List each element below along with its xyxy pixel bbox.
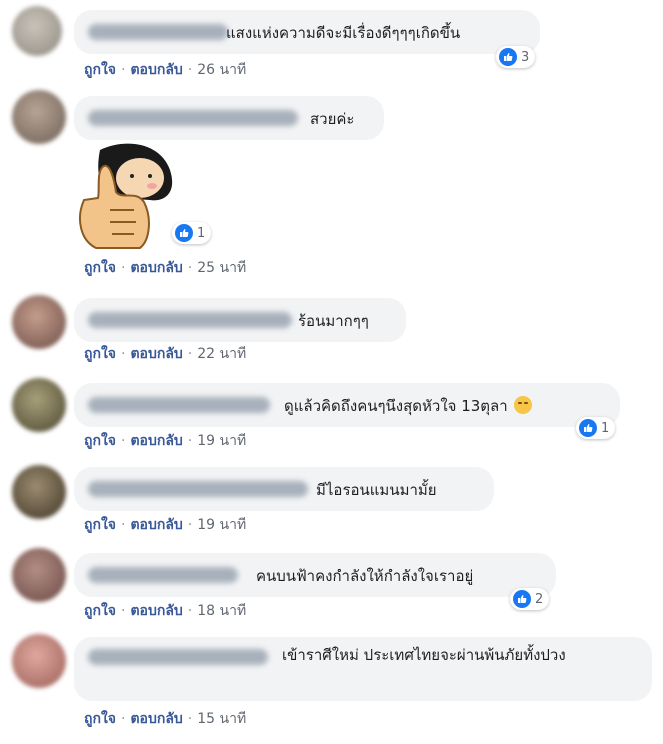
reaction-number: 1: [197, 225, 206, 241]
thumbs-up-girl-sticker: [79, 143, 173, 249]
separator: ·: [187, 62, 193, 78]
like-link[interactable]: ถูกใจ: [84, 603, 116, 619]
comment-meta: ถูกใจ · ตอบกลับ · 15 นาที: [84, 708, 246, 730]
comment-meta: ถูกใจ · ตอบกลับ · 25 นาที: [84, 257, 246, 279]
sad-face-emoji: [513, 396, 532, 414]
comment-meta: ถูกใจ · ตอบกลับ · 19 นาที: [84, 514, 246, 536]
comment-meta: ถูกใจ · ตอบกลับ · 18 นาที: [84, 600, 246, 622]
avatar[interactable]: [12, 295, 66, 349]
avatar[interactable]: [12, 465, 66, 519]
like-icon: [499, 48, 517, 66]
comment-text: ดูแล้วคิดถึงคนๆนึงสุดหัวใจ 13ตุลา: [284, 394, 532, 418]
comment-text: ร้อนมากๆๆ: [298, 312, 369, 330]
reaction-count[interactable]: 2: [510, 588, 550, 610]
separator: ·: [121, 603, 126, 619]
commenter-name-blurred[interactable]: [88, 397, 270, 413]
reaction-count[interactable]: 3: [496, 46, 536, 68]
reaction-number: 2: [535, 591, 544, 607]
comment-text: มีไอรอนแมนมามั้ย: [316, 481, 437, 499]
comment-bubble: แสงแห่งความดีจะมีเรื่องดีๆๆๆเกิดขึ้น: [74, 10, 540, 54]
like-link[interactable]: ถูกใจ: [84, 711, 116, 727]
separator: ·: [121, 433, 126, 449]
comment-meta: ถูกใจ · ตอบกลับ · 26 นาที: [84, 59, 246, 81]
reaction-count[interactable]: 1: [576, 417, 616, 439]
reply-link[interactable]: ตอบกลับ: [130, 603, 182, 619]
reply-link[interactable]: ตอบกลับ: [130, 711, 182, 727]
like-link[interactable]: ถูกใจ: [84, 433, 116, 449]
separator: ·: [121, 711, 126, 727]
reply-link[interactable]: ตอบกลับ: [130, 62, 182, 78]
reply-link[interactable]: ตอบกลับ: [130, 346, 182, 362]
comment-bubble: เข้าราศีใหม่ ประเทศไทยจะผ่านพ้นภัยทั้งปว…: [74, 637, 652, 701]
commenter-name-blurred[interactable]: [88, 567, 238, 583]
timestamp[interactable]: 18 นาที: [197, 603, 246, 619]
like-link[interactable]: ถูกใจ: [84, 260, 116, 276]
timestamp[interactable]: 22 นาที: [197, 346, 246, 362]
separator: ·: [121, 346, 126, 362]
like-icon: [513, 590, 531, 608]
timestamp[interactable]: 15 นาที: [197, 711, 246, 727]
commenter-name-blurred[interactable]: [88, 110, 298, 126]
separator: ·: [187, 260, 193, 276]
like-link[interactable]: ถูกใจ: [84, 346, 116, 362]
separator: ·: [187, 433, 193, 449]
reply-link[interactable]: ตอบกลับ: [130, 517, 182, 533]
timestamp[interactable]: 26 นาที: [197, 62, 246, 78]
avatar[interactable]: [12, 634, 66, 688]
like-link[interactable]: ถูกใจ: [84, 517, 116, 533]
commenter-name-blurred[interactable]: [88, 312, 292, 328]
separator: ·: [187, 603, 193, 619]
separator: ·: [187, 711, 193, 727]
reply-link[interactable]: ตอบกลับ: [130, 433, 182, 449]
separator: ·: [121, 260, 126, 276]
comment-text-body: ดูแล้วคิดถึงคนๆนึงสุดหัวใจ 13ตุลา: [284, 397, 508, 415]
reply-link[interactable]: ตอบกลับ: [130, 260, 182, 276]
comment-meta: ถูกใจ · ตอบกลับ · 19 นาที: [84, 430, 246, 452]
commenter-name-blurred[interactable]: [88, 481, 308, 497]
commenter-name-blurred[interactable]: [88, 24, 228, 40]
like-link[interactable]: ถูกใจ: [84, 62, 116, 78]
comment-meta: ถูกใจ · ตอบกลับ · 22 นาที: [84, 343, 246, 365]
separator: ·: [187, 346, 193, 362]
reaction-number: 3: [521, 49, 530, 65]
comment-text: คนบนฟ้าคงกำลังให้กำลังใจเราอยู่: [256, 567, 474, 585]
separator: ·: [121, 517, 126, 533]
comment-bubble: สวยค่ะ: [74, 96, 384, 140]
timestamp[interactable]: 25 นาที: [197, 260, 246, 276]
avatar[interactable]: [12, 90, 66, 144]
avatar[interactable]: [12, 378, 66, 432]
reaction-count[interactable]: 1: [172, 222, 212, 244]
comment-text: สวยค่ะ: [310, 110, 355, 128]
comment-bubble: มีไอรอนแมนมามั้ย: [74, 467, 494, 511]
comment-text: แสงแห่งความดีจะมีเรื่องดีๆๆๆเกิดขึ้น: [226, 24, 461, 42]
separator: ·: [187, 517, 193, 533]
timestamp[interactable]: 19 นาที: [197, 433, 246, 449]
avatar[interactable]: [12, 6, 62, 56]
timestamp[interactable]: 19 นาที: [197, 517, 246, 533]
comment-bubble: คนบนฟ้าคงกำลังให้กำลังใจเราอยู่: [74, 553, 556, 597]
comment-bubble: ร้อนมากๆๆ: [74, 298, 406, 342]
comment-bubble: ดูแล้วคิดถึงคนๆนึงสุดหัวใจ 13ตุลา: [74, 383, 620, 427]
comment-text: เข้าราศีใหม่ ประเทศไทยจะผ่านพ้นภัยทั้งปว…: [282, 646, 566, 664]
separator: ·: [121, 62, 126, 78]
avatar[interactable]: [12, 548, 66, 602]
like-icon: [175, 224, 193, 242]
reaction-number: 1: [601, 420, 610, 436]
like-icon: [579, 419, 597, 437]
